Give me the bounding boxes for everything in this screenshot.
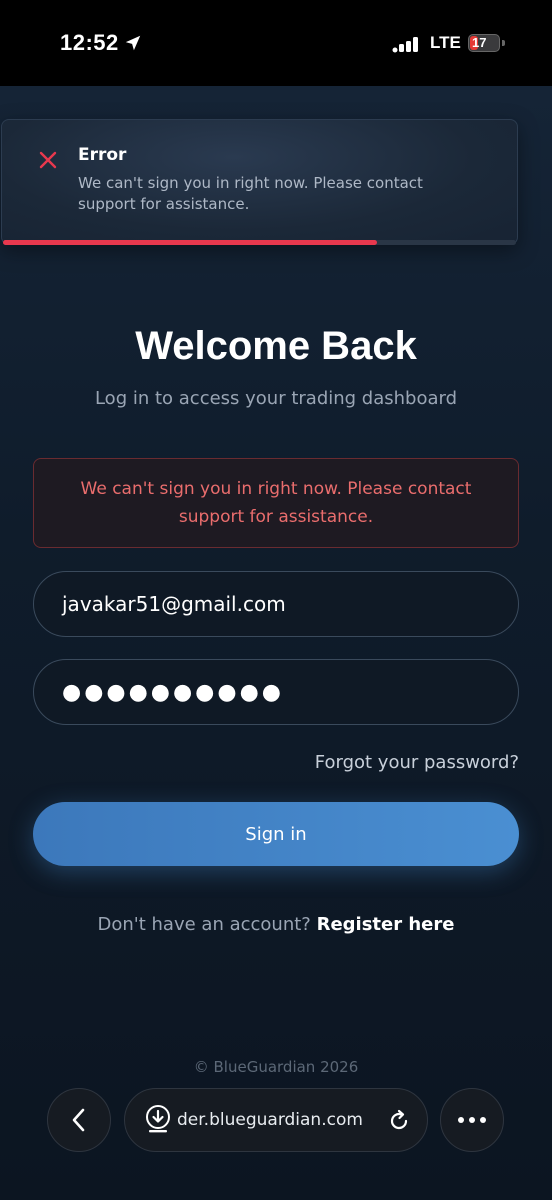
email-value: javakar51@gmail.com bbox=[62, 592, 286, 616]
sign-in-label: Sign in bbox=[245, 823, 307, 845]
download-icon[interactable] bbox=[145, 1105, 173, 1135]
toast-progress-bar bbox=[3, 240, 378, 245]
more-button[interactable] bbox=[440, 1088, 504, 1152]
back-chevron-icon bbox=[72, 1108, 85, 1132]
status-time: 12:52 bbox=[60, 30, 119, 55]
toast-progress-track bbox=[3, 240, 516, 245]
reload-icon[interactable] bbox=[387, 1109, 411, 1133]
page-title: Welcome Back bbox=[135, 324, 417, 368]
error-alert-text: We can't sign you in right now. Please c… bbox=[80, 479, 472, 527]
copyright: © BlueGuardian 2026 bbox=[193, 1058, 359, 1076]
register-row: Don't have an account? Register here bbox=[0, 914, 552, 935]
page-subtitle: Log in to access your trading dashboard bbox=[94, 388, 458, 409]
battery-level: 17 bbox=[472, 35, 487, 50]
more-icon bbox=[458, 1117, 486, 1123]
password-field[interactable]: ●●●●●●●●●● bbox=[33, 659, 519, 725]
register-link[interactable]: Register here bbox=[317, 914, 455, 935]
toast-title: Error bbox=[78, 145, 127, 165]
location-arrow-icon bbox=[125, 35, 141, 51]
status-bar: 12:52 LTE 17 bbox=[0, 0, 552, 86]
register-prompt: Don't have an account? bbox=[97, 914, 311, 935]
battery-charging-icon: 17 bbox=[468, 34, 500, 52]
email-field[interactable]: javakar51@gmail.com bbox=[33, 571, 519, 637]
sign-in-button[interactable]: Sign in bbox=[33, 802, 519, 866]
signal-icon bbox=[392, 37, 418, 53]
battery-tip bbox=[502, 40, 505, 46]
page-background bbox=[0, 86, 552, 1200]
close-icon[interactable] bbox=[38, 150, 58, 170]
network-label: LTE bbox=[430, 33, 461, 52]
url-text: der.blueguardian.com bbox=[177, 1110, 363, 1130]
password-value: ●●●●●●●●●● bbox=[62, 679, 284, 705]
back-button[interactable] bbox=[47, 1088, 111, 1152]
toast-message: We can't sign you in right now. Please c… bbox=[78, 174, 423, 213]
forgot-password-link[interactable]: Forgot your password? bbox=[315, 752, 519, 773]
address-bar[interactable]: der.blueguardian.com bbox=[124, 1088, 428, 1152]
error-alert: We can't sign you in right now. Please c… bbox=[33, 458, 519, 548]
